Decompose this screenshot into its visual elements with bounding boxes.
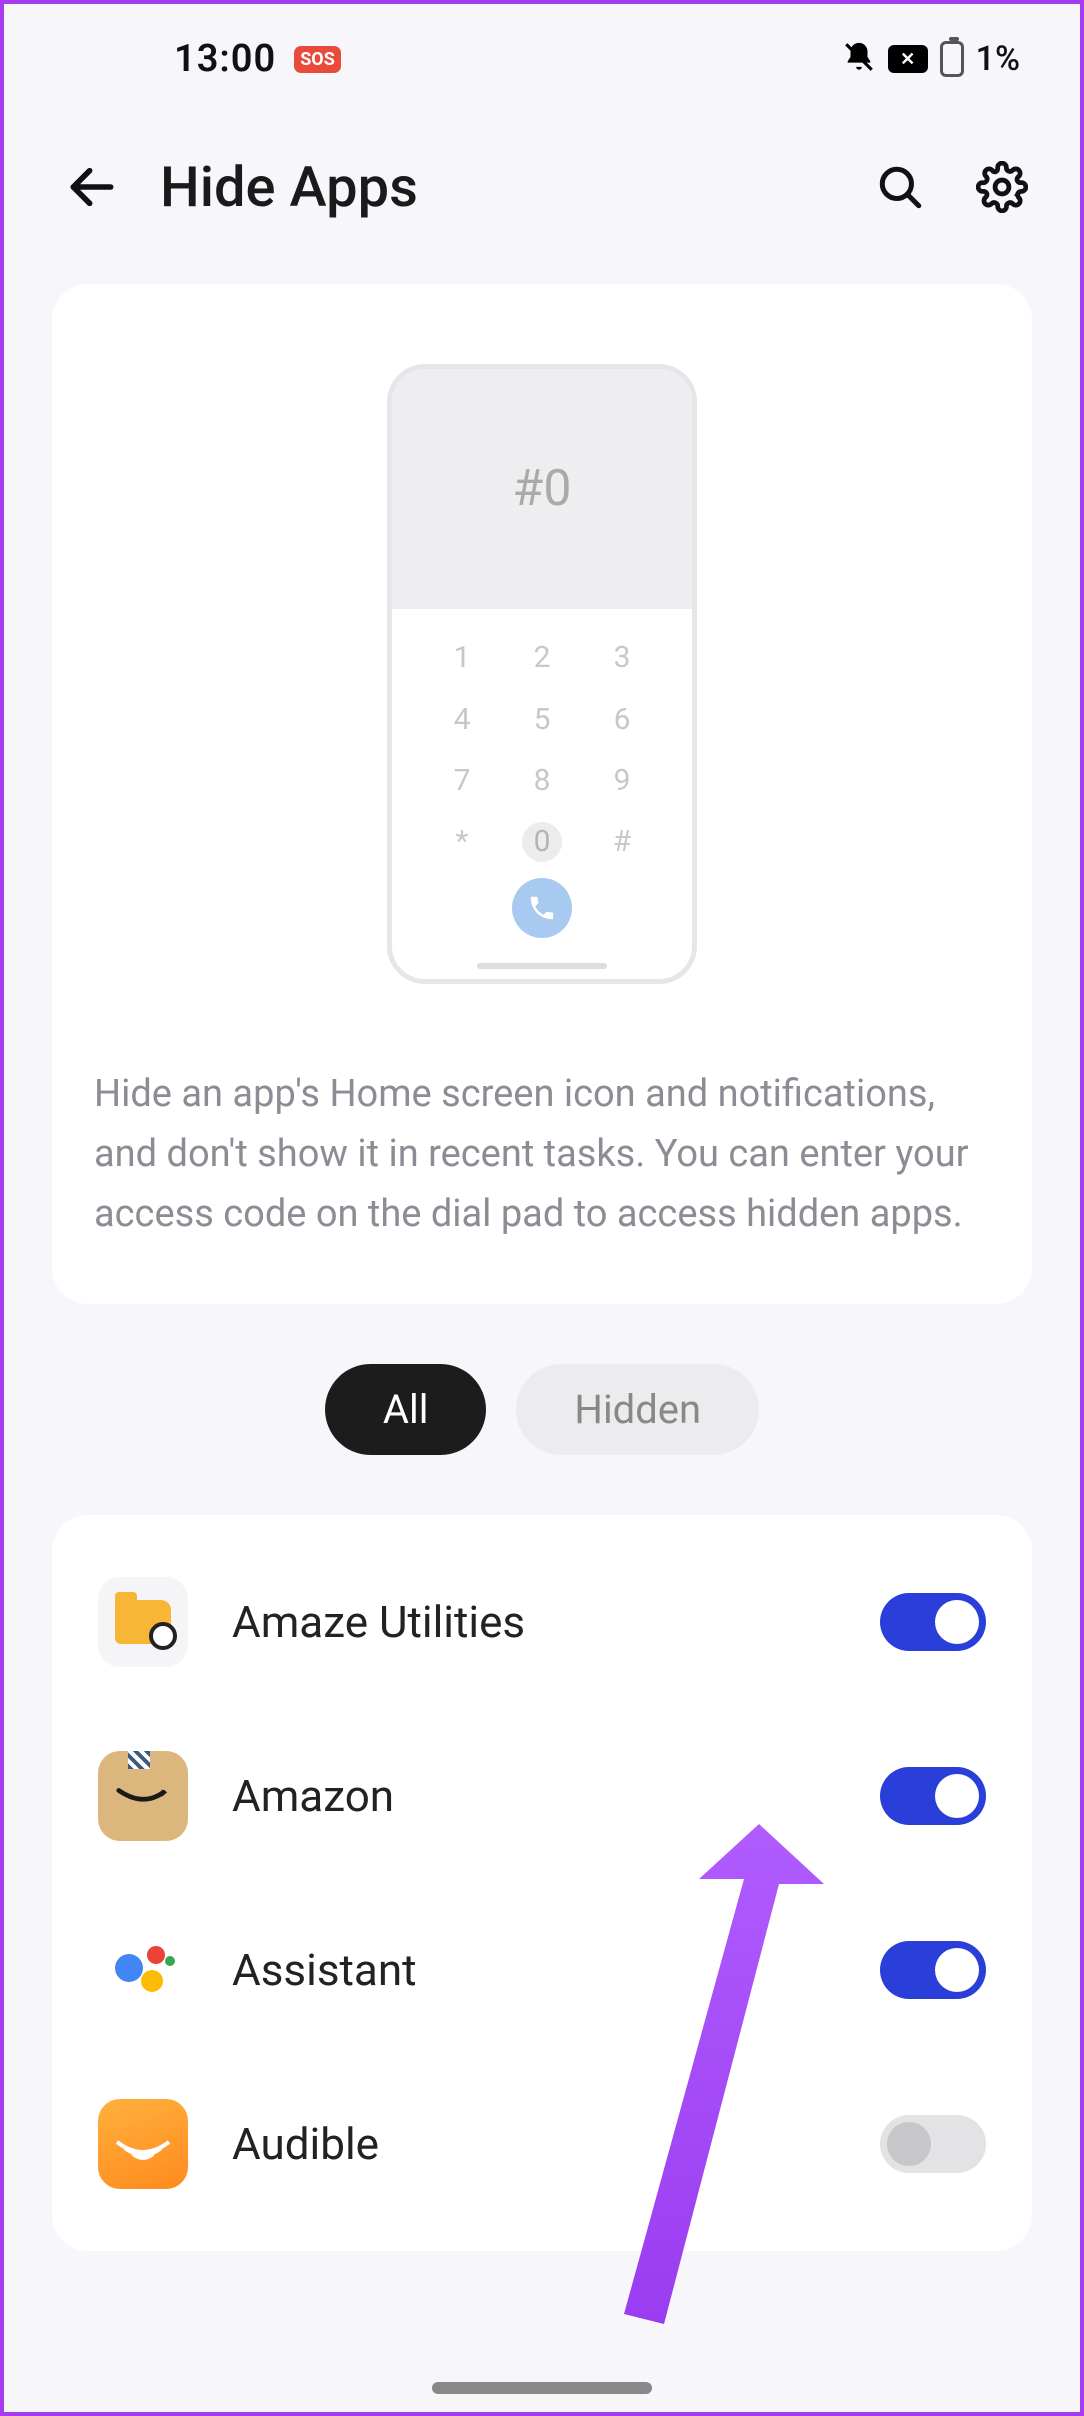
phone-icon: [527, 893, 557, 923]
status-bar: 13:00 SOS ✕ 1%: [4, 4, 1080, 114]
dial-key: 8: [502, 752, 582, 809]
toggle-audible[interactable]: [880, 2115, 986, 2173]
toggle-amaze-utilities[interactable]: [880, 1593, 986, 1651]
app-row-amazon: Amazon: [52, 1709, 1032, 1883]
dial-key: 0: [502, 813, 582, 870]
app-icon: [98, 1577, 188, 1667]
notifications-off-icon: [842, 40, 876, 78]
google-assistant-icon: [113, 1940, 173, 2000]
page-title: Hide Apps: [160, 154, 832, 220]
audible-icon: [111, 2112, 175, 2176]
app-icon: [98, 1925, 188, 2015]
search-button[interactable]: [872, 159, 928, 215]
dial-key: 7: [422, 752, 502, 809]
dial-key: *: [422, 813, 502, 870]
dial-key: 2: [502, 629, 582, 686]
app-row-audible: Audible: [52, 2057, 1032, 2231]
dial-key: 9: [582, 752, 662, 809]
status-clock: 13:00: [174, 37, 276, 81]
close-box-icon: ✕: [888, 45, 928, 73]
dial-key: 3: [582, 629, 662, 686]
app-icon: [98, 2099, 188, 2189]
info-description: Hide an app's Home screen icon and notif…: [94, 1064, 990, 1244]
info-card: #0 1 2 3 4 5 6 7 8 9 * 0 # Hide an app's…: [52, 284, 1032, 1304]
app-name: Amazon: [232, 1770, 836, 1822]
app-list: Amaze Utilities Amazon Assistant Audible: [52, 1515, 1032, 2251]
back-button[interactable]: [64, 159, 120, 215]
dial-key: #: [582, 813, 662, 870]
toggle-assistant[interactable]: [880, 1941, 986, 1999]
dial-key: 5: [502, 690, 582, 747]
dial-key: 1: [422, 629, 502, 686]
app-row-assistant: Assistant: [52, 1883, 1032, 2057]
tab-all[interactable]: All: [325, 1364, 487, 1455]
app-name: Assistant: [232, 1944, 836, 1996]
app-name: Amaze Utilities: [232, 1596, 836, 1648]
toggle-amazon[interactable]: [880, 1767, 986, 1825]
dial-key: 4: [422, 690, 502, 747]
app-name: Audible: [232, 2118, 836, 2170]
sos-badge: SOS: [294, 46, 341, 73]
page-header: Hide Apps: [4, 114, 1080, 270]
dial-display: #0: [392, 369, 692, 609]
search-icon: [875, 162, 925, 212]
filter-tabs: All Hidden: [4, 1364, 1080, 1455]
dialpad-illustration: #0 1 2 3 4 5 6 7 8 9 * 0 #: [387, 364, 697, 984]
tab-hidden[interactable]: Hidden: [516, 1364, 759, 1455]
gesture-bar: [432, 2382, 652, 2394]
gear-icon: [976, 161, 1028, 213]
settings-button[interactable]: [974, 159, 1030, 215]
amazon-smile-icon: [115, 1786, 171, 1806]
app-row-amaze-utilities: Amaze Utilities: [52, 1535, 1032, 1709]
call-button-illustration: [422, 874, 662, 949]
arrow-left-icon: [64, 159, 120, 215]
battery-percent: 1%: [976, 39, 1020, 79]
dial-key: 6: [582, 690, 662, 747]
battery-icon: [940, 41, 964, 77]
app-icon: [98, 1751, 188, 1841]
